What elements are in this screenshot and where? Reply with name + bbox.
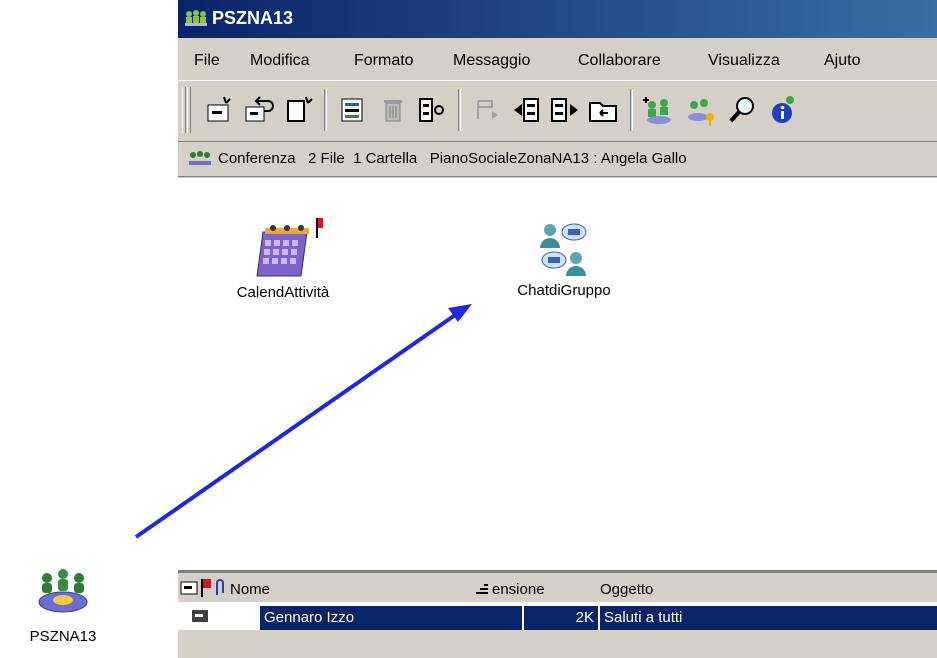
menu-file[interactable]: File — [194, 52, 220, 70]
toolbar-separator — [324, 89, 327, 131]
conference-window: PSZNA13 File Modifica Formato Messaggio … — [177, 0, 937, 658]
back-icon[interactable] — [510, 93, 544, 127]
form-icon[interactable] — [336, 93, 370, 127]
copy-icon[interactable] — [282, 93, 316, 127]
delete-icon[interactable] — [376, 93, 410, 127]
doc-column-icon[interactable] — [180, 581, 198, 595]
forward-icon[interactable] — [470, 93, 504, 127]
add-member-icon[interactable] — [642, 93, 676, 127]
row-size-cell: 2K — [524, 606, 598, 630]
toolbar-separator-3 — [630, 89, 633, 131]
key-icon[interactable] — [684, 93, 718, 127]
flag-column-icon[interactable] — [200, 579, 212, 597]
menu-messaggio[interactable]: Messaggio — [453, 52, 530, 70]
table-row[interactable]: Gennaro Izzo 2K Saluti a tutti — [178, 602, 937, 630]
group-chat-icon — [540, 223, 587, 276]
reply-icon[interactable] — [242, 93, 276, 127]
menu-bar: File Modifica Formato Messaggio Collabor… — [178, 44, 937, 78]
file-label: CalendAttività — [236, 284, 330, 301]
conference-small-icon — [189, 151, 211, 165]
row-subject: Saluti a tutti — [604, 609, 683, 626]
menu-ajuto[interactable]: Ajuto — [824, 52, 860, 70]
file-group-chat[interactable]: ChatdiGruppo — [494, 218, 634, 299]
desktop-conference-icon[interactable]: PSZNA13 — [4, 554, 122, 658]
file-calendar[interactable]: CalendAttività — [218, 218, 348, 301]
list-header: Nome ensione Oggetto — [178, 572, 937, 599]
file-label: ChatdiGruppo — [517, 282, 611, 299]
toolbar-separator-2 — [458, 89, 461, 131]
conference-group-icon — [38, 569, 88, 613]
window-title: PSZNA13 — [212, 8, 294, 28]
menu-collaborare[interactable]: Collaborare — [578, 52, 661, 70]
menu-visualizza[interactable]: Visualizza — [708, 52, 780, 70]
file-view: CalendAttività ChatdiGruppo — [178, 178, 937, 572]
toolbar-grip-2[interactable] — [187, 87, 191, 133]
folder-info-text: Conferenza 2 File 1 Cartella PianoSocial… — [218, 150, 687, 167]
title-bar[interactable]: PSZNA13 — [178, 0, 937, 38]
menu-formato[interactable]: Formato — [354, 52, 414, 70]
new-document-icon[interactable] — [202, 93, 236, 127]
menu-modifica[interactable]: Modifica — [250, 52, 310, 70]
calendar-icon — [256, 218, 323, 277]
row-size: 2K — [575, 609, 594, 626]
row-subject-cell: Saluti a tutti — [600, 606, 937, 630]
row-name: Gennaro Izzo — [264, 609, 355, 626]
desktop-icon-label: PSZNA13 — [29, 628, 97, 645]
folder-icon[interactable] — [586, 93, 620, 127]
column-subject[interactable]: Oggetto — [600, 581, 653, 598]
conference-title-icon — [185, 10, 207, 26]
red-flag-icon — [318, 218, 323, 228]
attachment-column-icon[interactable] — [214, 579, 226, 597]
info-icon[interactable] — [766, 93, 800, 127]
search-icon[interactable] — [726, 93, 760, 127]
row-name-cell: Gennaro Izzo — [260, 606, 522, 630]
column-size[interactable]: ensione — [492, 581, 545, 598]
column-name[interactable]: Nome — [230, 581, 270, 598]
toolbar — [178, 80, 937, 142]
folder-info-bar: Conferenza 2 File 1 Cartella PianoSocial… — [178, 142, 937, 177]
flag-pole — [316, 218, 318, 238]
toolbar-grip[interactable] — [182, 87, 186, 133]
move-icon[interactable] — [414, 93, 448, 127]
sort-icon[interactable] — [474, 581, 490, 595]
next-icon[interactable] — [548, 93, 582, 127]
message-icon — [192, 610, 208, 622]
